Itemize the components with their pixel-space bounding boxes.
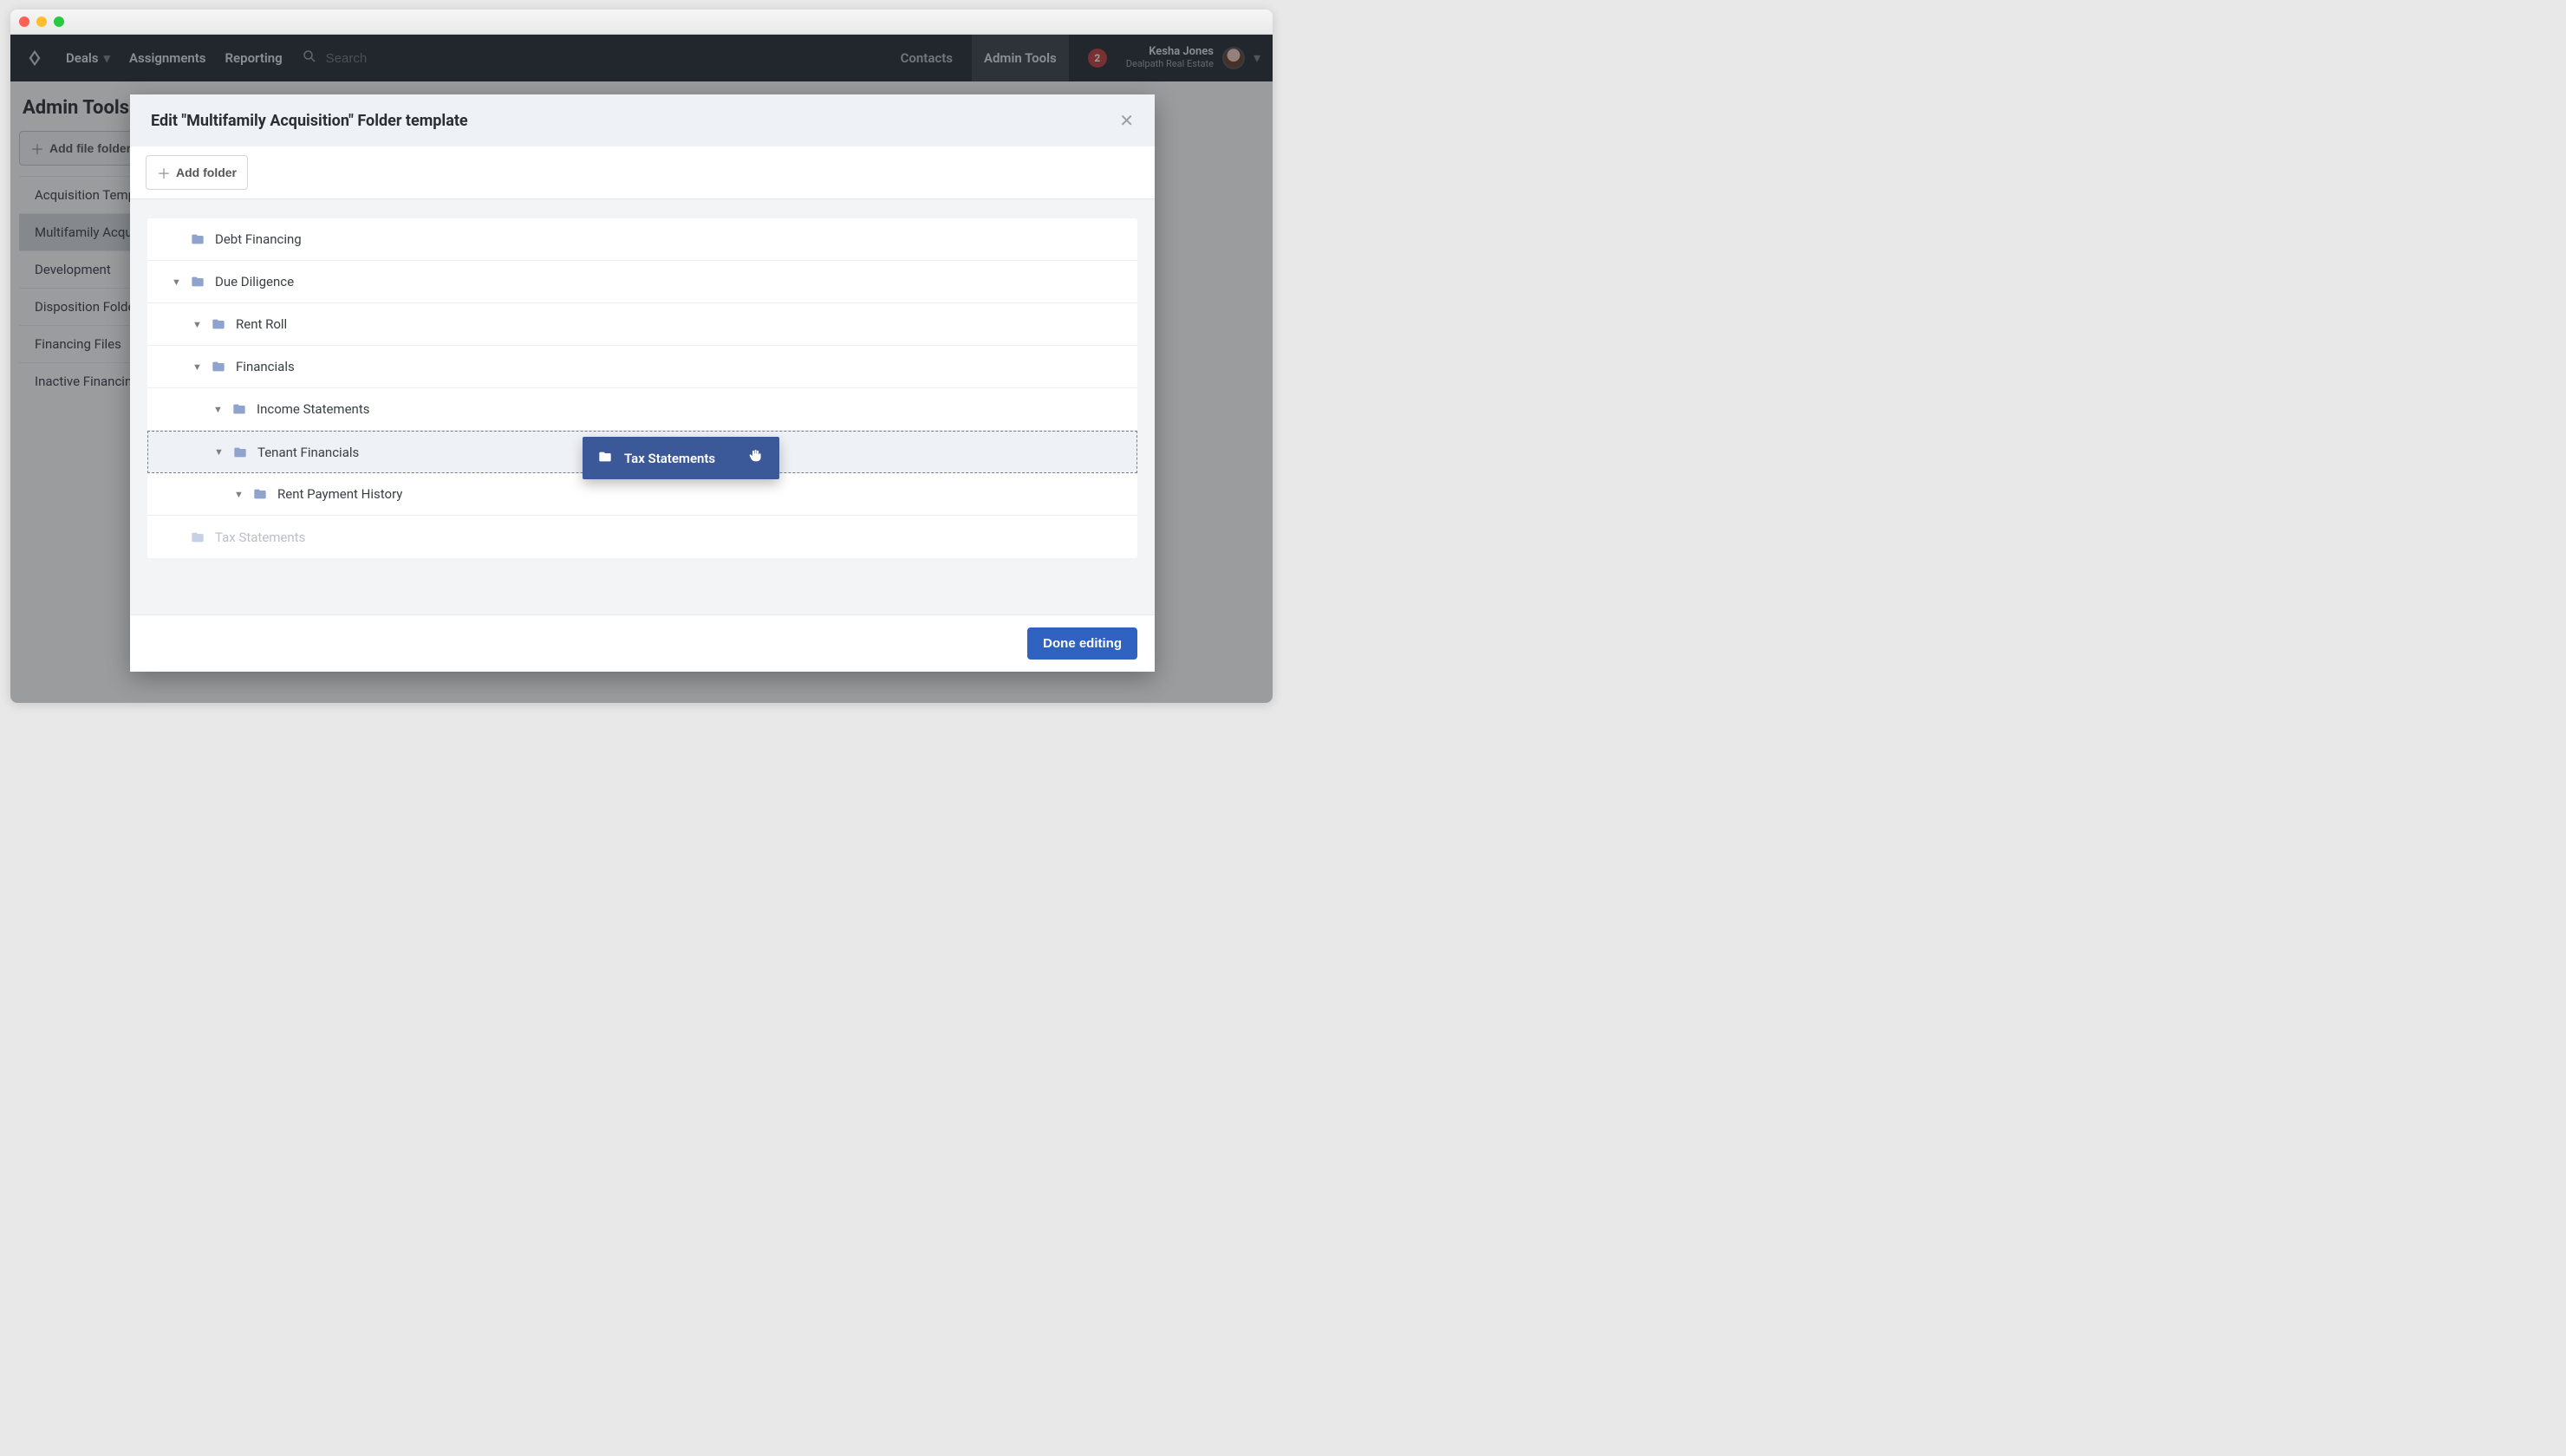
done-editing-button[interactable]: Done editing <box>1027 627 1137 660</box>
close-icon[interactable]: ✕ <box>1119 110 1134 131</box>
dragging-folder-label: Tax Statements <box>624 451 715 466</box>
modal-header: Edit "Multifamily Acquisition" Folder te… <box>130 94 1155 146</box>
app-window: Deals ▾ Assignments Reporting Contacts A… <box>10 10 1273 703</box>
folder-tree: Debt Financing ▼ Due Diligence ▼ Rent Ro… <box>147 218 1137 558</box>
window-zoom-icon[interactable] <box>54 16 64 27</box>
chevron-down-icon[interactable]: ▼ <box>214 446 223 458</box>
folder-label: Tenant Financials <box>257 445 359 460</box>
tree-row[interactable]: Debt Financing <box>147 218 1137 261</box>
chevron-down-icon[interactable]: ▼ <box>234 489 243 500</box>
folder-icon <box>251 487 269 501</box>
folder-icon <box>231 445 249 459</box>
add-folder-button[interactable]: ＋ Add folder <box>146 155 248 190</box>
folder-label: Financials <box>236 359 295 374</box>
modal-toolbar: ＋ Add folder <box>130 146 1155 199</box>
folder-label: Tax Statements <box>215 530 305 545</box>
tree-row[interactable]: ▼ Income Statements <box>147 388 1137 431</box>
folder-icon <box>189 275 206 289</box>
folder-icon <box>210 360 227 374</box>
mac-titlebar <box>10 10 1273 35</box>
plus-icon: ＋ <box>157 162 171 183</box>
folder-icon <box>189 530 206 544</box>
tree-row[interactable]: ▼ Due Diligence <box>147 261 1137 303</box>
modal-title: Edit "Multifamily Acquisition" Folder te… <box>151 112 468 130</box>
add-folder-label: Add folder <box>176 166 237 179</box>
modal-title-quote: "Multifamily Acquisition" <box>181 112 353 130</box>
modal-title-prefix: Edit <box>151 112 181 130</box>
folder-label: Rent Payment History <box>277 486 402 502</box>
modal-footer: Done editing <box>130 614 1155 672</box>
chevron-down-icon[interactable]: ▼ <box>172 276 180 288</box>
tree-row[interactable]: ▼ Rent Payment History <box>147 473 1137 516</box>
chevron-down-icon[interactable]: ▼ <box>213 404 222 415</box>
window-close-icon[interactable] <box>19 16 29 27</box>
tree-row-ghost[interactable]: Tax Statements <box>147 516 1137 558</box>
modal-title-suffix: Folder template <box>354 112 468 130</box>
folder-label: Income Statements <box>257 401 369 417</box>
folder-icon <box>189 232 206 246</box>
folder-label: Rent Roll <box>236 316 287 332</box>
modal-content: Debt Financing ▼ Due Diligence ▼ Rent Ro… <box>130 199 1155 614</box>
window-minimize-icon[interactable] <box>36 16 47 27</box>
chevron-down-icon[interactable]: ▼ <box>192 361 201 373</box>
folder-icon <box>231 402 248 416</box>
chevron-down-icon[interactable]: ▼ <box>192 319 201 330</box>
edit-folder-template-modal: Edit "Multifamily Acquisition" Folder te… <box>130 94 1155 672</box>
dragging-folder[interactable]: Tax Statements <box>583 437 779 479</box>
folder-label: Due Diligence <box>215 274 294 289</box>
folder-label: Debt Financing <box>215 231 302 247</box>
tree-row[interactable]: ▼ Financials <box>147 346 1137 388</box>
folder-icon <box>596 450 614 467</box>
folder-icon <box>210 317 227 331</box>
tree-row[interactable]: ▼ Rent Roll <box>147 303 1137 346</box>
